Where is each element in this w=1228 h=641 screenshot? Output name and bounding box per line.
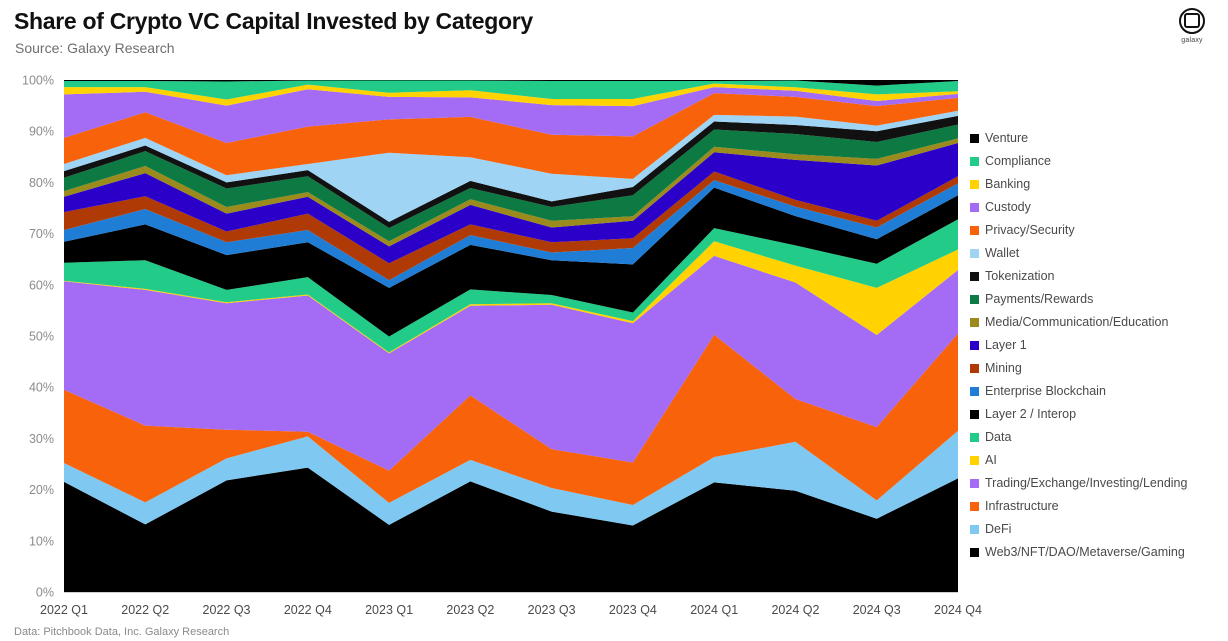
legend-item-label: AI [985, 453, 997, 467]
legend-item[interactable]: Web3/NFT/DAO/Metaverse/Gaming [970, 541, 1226, 564]
legend-item-label: Data [985, 430, 1012, 444]
y-axis-tick-label: 60% [29, 278, 54, 292]
legend-swatch-icon [970, 433, 979, 442]
legend-item-label: Web3/NFT/DAO/Metaverse/Gaming [985, 545, 1185, 559]
legend-swatch-icon [970, 272, 979, 281]
x-axis-tick-label: 2024 Q4 [934, 603, 982, 617]
legend-item[interactable]: Enterprise Blockchain [970, 380, 1226, 403]
x-axis-tick-label: 2023 Q1 [365, 603, 413, 617]
legend-item-label: Venture [985, 131, 1029, 145]
legend-swatch-icon [970, 364, 979, 373]
legend-swatch-icon [970, 387, 979, 396]
legend-swatch-icon [970, 203, 979, 212]
x-axis-tick-label: 2022 Q4 [284, 603, 332, 617]
legend-swatch-icon [970, 479, 979, 488]
legend-swatch-icon [970, 456, 979, 465]
legend-item[interactable]: Custody [970, 196, 1226, 219]
legend-item[interactable]: AI [970, 449, 1226, 472]
legend-item[interactable]: Layer 1 [970, 334, 1226, 357]
y-axis-tick-label: 100% [22, 74, 54, 88]
x-axis-tick-label: 2023 Q3 [528, 603, 576, 617]
legend-swatch-icon [970, 318, 979, 327]
legend-swatch-icon [970, 226, 979, 235]
legend-item-label: Layer 1 [985, 338, 1027, 352]
legend-swatch-icon [970, 341, 979, 350]
legend-item-label: Tokenization [985, 269, 1055, 283]
legend-item[interactable]: Tokenization [970, 265, 1226, 288]
chart-areas [64, 80, 958, 592]
x-axis-tick-label: 2022 Q2 [121, 603, 169, 617]
legend-item-label: Privacy/Security [985, 223, 1075, 237]
legend-item[interactable]: Banking [970, 173, 1226, 196]
legend-item[interactable]: Infrastructure [970, 495, 1226, 518]
legend-swatch-icon [970, 295, 979, 304]
legend-item-label: Banking [985, 177, 1031, 191]
x-axis-tick-label: 2023 Q2 [446, 603, 494, 617]
legend-item[interactable]: Data [970, 426, 1226, 449]
legend-item[interactable]: Privacy/Security [970, 219, 1226, 242]
legend-swatch-icon [970, 249, 979, 258]
y-axis-tick-label: 0% [36, 586, 54, 600]
y-axis-tick-label: 20% [29, 483, 54, 497]
chart-legend: Venture Compliance Banking Custody Privacy/S… [970, 127, 1226, 564]
legend-swatch-icon [970, 548, 979, 557]
legend-swatch-icon [970, 134, 979, 143]
legend-item[interactable]: DeFi [970, 518, 1226, 541]
legend-item-label: Media/Communication/Education [985, 315, 1169, 329]
y-axis-tick-label: 90% [29, 125, 54, 139]
x-axis: 2022 Q1 2022 Q2 2022 Q3 2022 Q4 2023 Q1 2023 … [40, 603, 982, 617]
y-axis-tick-label: 30% [29, 432, 54, 446]
legend-item-label: Infrastructure [985, 499, 1059, 513]
legend-swatch-icon [970, 157, 979, 166]
legend-item[interactable]: Mining [970, 357, 1226, 380]
data-source-note: Data: Pitchbook Data, Inc. Galaxy Resear… [14, 626, 230, 638]
x-axis-tick-label: 2024 Q3 [853, 603, 901, 617]
legend-item-label: Layer 2 / Interop [985, 407, 1077, 421]
y-axis-tick-label: 50% [29, 330, 54, 344]
legend-item-label: Mining [985, 361, 1022, 375]
legend-item[interactable]: Compliance [970, 150, 1226, 173]
legend-swatch-icon [970, 525, 979, 534]
legend-item-label: Trading/Exchange/Investing/Lending [985, 476, 1188, 490]
chart-page: Share of Crypto VC Capital Invested by C… [0, 0, 1228, 641]
legend-item[interactable]: Payments/Rewards [970, 288, 1226, 311]
legend-item-label: Custody [985, 200, 1031, 214]
legend-item-label: Payments/Rewards [985, 292, 1094, 306]
legend-item[interactable]: Wallet [970, 242, 1226, 265]
x-axis-tick-label: 2023 Q4 [609, 603, 657, 617]
x-axis-tick-label: 2022 Q3 [203, 603, 251, 617]
y-axis-tick-label: 70% [29, 227, 54, 241]
legend-item[interactable]: Media/Communication/Education [970, 311, 1226, 334]
legend-swatch-icon [970, 180, 979, 189]
y-axis-tick-label: 40% [29, 381, 54, 395]
legend-item-label: Compliance [985, 154, 1052, 168]
legend-item[interactable]: Venture [970, 127, 1226, 150]
x-axis-tick-label: 2024 Q2 [771, 603, 819, 617]
y-axis-tick-label: 10% [29, 534, 54, 548]
legend-item-label: DeFi [985, 522, 1012, 536]
legend-item-label: Wallet [985, 246, 1020, 260]
legend-swatch-icon [970, 502, 979, 511]
y-axis-tick-label: 80% [29, 176, 54, 190]
legend-item-label: Enterprise Blockchain [985, 384, 1106, 398]
legend-item[interactable]: Trading/Exchange/Investing/Lending [970, 472, 1226, 495]
legend-swatch-icon [970, 410, 979, 419]
x-axis-tick-label: 2024 Q1 [690, 603, 738, 617]
x-axis-tick-label: 2022 Q1 [40, 603, 88, 617]
legend-item[interactable]: Layer 2 / Interop [970, 403, 1226, 426]
